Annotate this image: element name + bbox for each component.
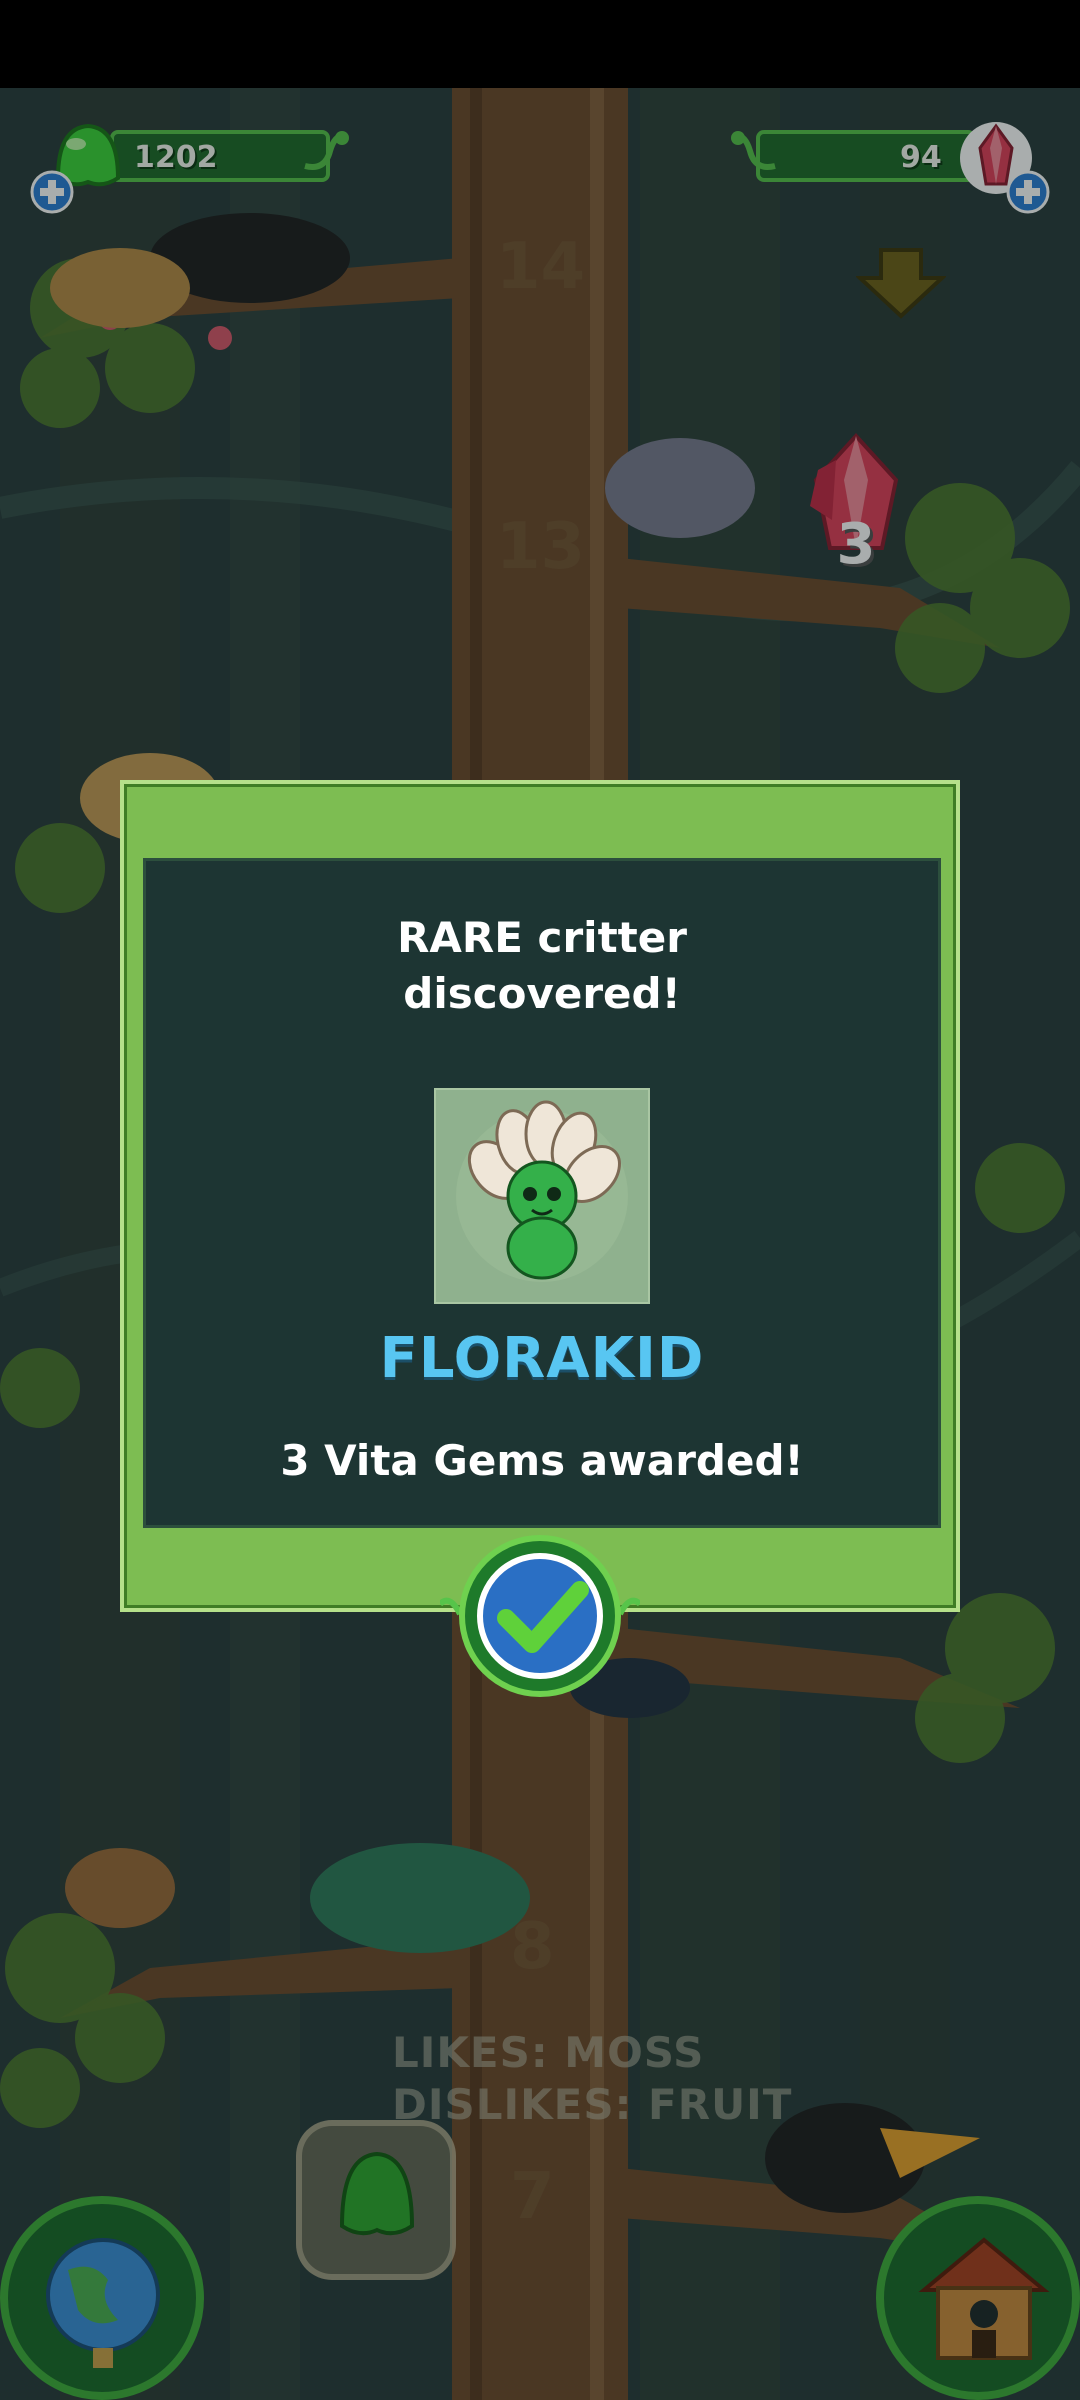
critter-name: FLORAKID <box>379 1326 705 1391</box>
down-arrow-icon[interactable] <box>856 246 946 320</box>
world-map-button[interactable] <box>0 2196 204 2400</box>
florakid-icon <box>456 1100 628 1282</box>
feed-jelly-button[interactable] <box>296 2120 456 2280</box>
vine-icon-right <box>731 131 776 170</box>
tree-level-7: 7 <box>510 2160 555 2234</box>
tree-level-13: 13 <box>496 510 586 584</box>
critter-portrait <box>434 1088 650 1304</box>
checkmark-icon <box>437 1535 643 1697</box>
jelly-feed-icon <box>339 2151 415 2236</box>
tree-level-14: 14 <box>496 230 586 304</box>
dialog-title-line1: RARE critter <box>397 913 687 962</box>
gem-counter-bar <box>756 130 976 182</box>
jelly-count: 1202 <box>134 140 218 175</box>
tree-level-8: 8 <box>510 1910 555 1984</box>
add-jelly-icon[interactable] <box>30 170 74 214</box>
globe-icon <box>46 2238 160 2368</box>
add-gem-icon[interactable] <box>1006 170 1050 214</box>
gem-pickup-count: 3 <box>836 512 876 577</box>
house-icon <box>918 2237 1050 2360</box>
confirm-button[interactable] <box>437 1534 643 1700</box>
critter-house-button[interactable] <box>876 2196 1080 2400</box>
gem-count: 94 <box>900 140 942 175</box>
vine-icon <box>304 131 349 170</box>
status-bar <box>0 0 1080 88</box>
dialog-title-line2: discovered! <box>403 969 681 1018</box>
critter-dislikes: DISLIKES: FRUIT <box>392 2080 793 2129</box>
dialog-title: RARE critter discovered! <box>143 910 941 1022</box>
critter-likes: LIKES: MOSS <box>392 2028 705 2077</box>
reward-message: 3 Vita Gems awarded! <box>280 1436 804 1485</box>
